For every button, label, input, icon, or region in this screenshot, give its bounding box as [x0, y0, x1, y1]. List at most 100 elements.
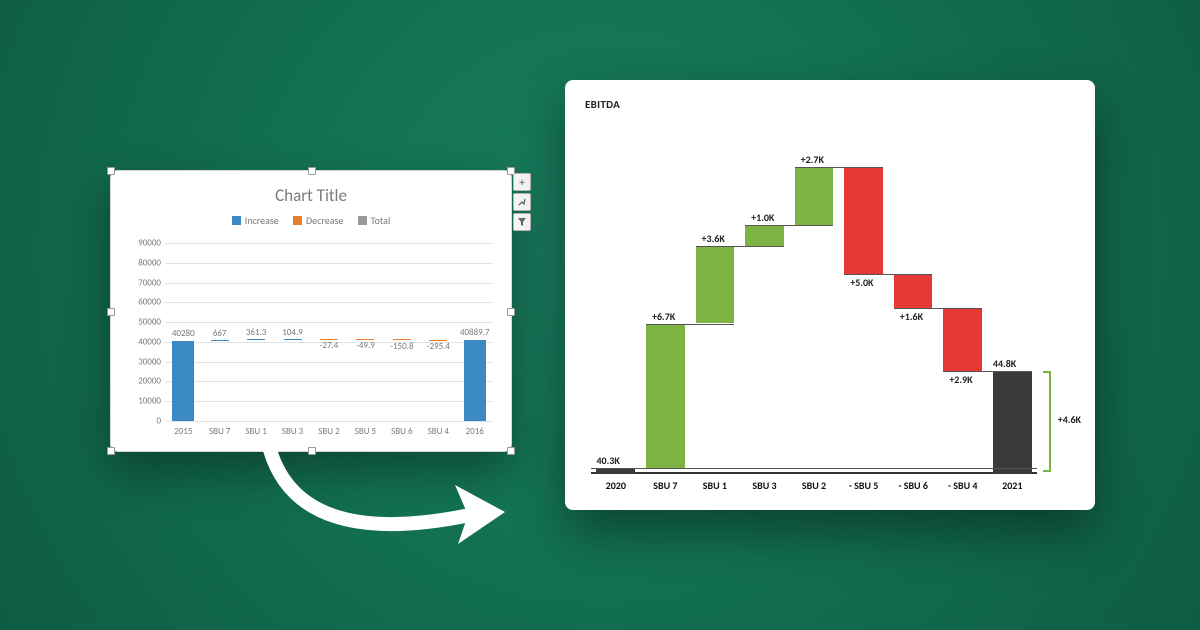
legend-label-increase: Increase	[245, 214, 279, 227]
y-tick-label: 70000	[125, 277, 161, 288]
legend-label-decrease: Decrease	[306, 214, 343, 227]
selection-handle[interactable]	[308, 167, 316, 175]
connector-line	[646, 324, 734, 325]
legend-swatch-decrease	[293, 216, 302, 225]
gridline	[165, 283, 493, 284]
connector-line	[894, 308, 982, 309]
gridline	[165, 401, 493, 402]
bar-value-label: 104.9	[275, 327, 311, 338]
x-tick-label: SBU 1	[690, 479, 740, 492]
bar-value-label: +6.7K	[652, 310, 675, 323]
connector-line	[696, 246, 784, 247]
bar	[943, 308, 982, 370]
x-tick-label: - SBU 5	[839, 479, 889, 492]
x-tick-label: 2021	[988, 479, 1038, 492]
y-tick-label: 90000	[125, 238, 161, 249]
connector-line	[795, 167, 883, 168]
y-tick-label: 30000	[125, 356, 161, 367]
bar-value-label: -295.4	[420, 341, 456, 352]
gridline	[165, 381, 493, 382]
connector-line	[844, 274, 932, 275]
stage: + Chart Title Increase Decrease Total 01…	[0, 0, 1200, 630]
selection-handle[interactable]	[107, 447, 115, 455]
x-tick-label: 2015	[165, 426, 201, 437]
bar-value-label: +1.0K	[751, 211, 774, 224]
legend-label-total: Total	[371, 214, 391, 227]
bar	[894, 274, 933, 308]
waterfall-chart-card: EBITDA 40.3K +6.7K +3.6K +1.0K +2.7K +5.0K +1.…	[565, 80, 1095, 510]
selection-handle[interactable]	[107, 167, 115, 175]
selection-handle[interactable]	[107, 308, 115, 316]
x-tick-label: SBU 2	[789, 479, 839, 492]
bar	[172, 341, 194, 421]
y-tick-label: 60000	[125, 297, 161, 308]
bar-value-label: 667	[202, 328, 238, 339]
legend-swatch-total	[358, 216, 367, 225]
selection-handle[interactable]	[507, 308, 515, 316]
bar-value-label: 361.3	[238, 327, 274, 338]
x-tick-label: SBU 6	[384, 426, 420, 437]
left-chart-legend: Increase Decrease Total	[111, 214, 511, 228]
y-tick-label: 50000	[125, 317, 161, 328]
x-tick-label: SBU 7	[201, 426, 237, 437]
gridline	[165, 263, 493, 264]
left-chart-plot: 0100002000030000400005000060000700008000…	[165, 243, 493, 421]
excel-chart-card[interactable]: + Chart Title Increase Decrease Total 01…	[110, 170, 512, 452]
bar-value-label: +2.9K	[949, 373, 972, 386]
x-tick-label: 2020	[591, 479, 641, 492]
bar	[844, 167, 883, 275]
x-tick-label: - SBU 6	[888, 479, 938, 492]
arrow-icon	[260, 440, 540, 560]
gridline	[165, 421, 493, 422]
delta-bracket	[1043, 371, 1051, 472]
start-reference-line	[591, 468, 1037, 469]
left-chart-x-axis: 2015SBU 7SBU 1SBU 3SBU 2SBU 5SBU 6SBU 42…	[165, 426, 493, 437]
x-tick-label: SBU 7	[641, 479, 691, 492]
right-chart-title: EBITDA	[585, 98, 1075, 111]
gridline	[165, 302, 493, 303]
x-tick-label: SBU 4	[420, 426, 456, 437]
legend-swatch-increase	[232, 216, 241, 225]
right-chart-baseline	[591, 472, 1037, 474]
bar-value-label: -27.4	[311, 340, 347, 351]
gridline	[165, 243, 493, 244]
y-tick-label: 0	[125, 416, 161, 427]
x-tick-label: - SBU 4	[938, 479, 988, 492]
y-tick-label: 20000	[125, 376, 161, 387]
x-tick-label: SBU 3	[740, 479, 790, 492]
x-tick-label: 2016	[457, 426, 493, 437]
delta-label: +4.6K	[1058, 413, 1081, 426]
bar-value-label: -49.9	[347, 340, 383, 351]
left-chart-title: Chart Title	[111, 171, 511, 206]
right-chart-x-axis: 2020SBU 7SBU 1SBU 3SBU 2- SBU 5- SBU 6- …	[591, 479, 1037, 492]
bar	[211, 340, 229, 341]
bar	[696, 246, 735, 323]
bar-value-label: +2.7K	[801, 153, 824, 166]
bar	[646, 324, 685, 468]
bar-value-label: +5.0K	[850, 276, 873, 289]
bar-value-label: +1.6K	[900, 310, 923, 323]
y-tick-label: 40000	[125, 336, 161, 347]
y-tick-label: 80000	[125, 257, 161, 268]
bar-value-label: 40280	[163, 328, 203, 339]
bar-value-label: 40889.7	[455, 327, 495, 338]
y-tick-label: 10000	[125, 396, 161, 407]
x-tick-label: SBU 1	[238, 426, 274, 437]
chart-filter-button[interactable]	[513, 213, 531, 231]
right-chart-plot: 40.3K +6.7K +3.6K +1.0K +2.7K +5.0K +1.6K +2.9K…	[591, 130, 1037, 474]
chart-styles-button[interactable]	[513, 193, 531, 211]
chart-elements-button[interactable]: +	[513, 173, 531, 191]
bar-value-label: +3.6K	[702, 232, 725, 245]
gridline	[165, 322, 493, 323]
x-tick-label: SBU 3	[274, 426, 310, 437]
bar	[464, 340, 486, 421]
bar-value-label: 40.3K	[596, 454, 619, 467]
connector-line	[943, 371, 1031, 372]
bar-value-label: 44.8K	[993, 357, 1016, 370]
bar-value-label: -150.8	[384, 341, 420, 352]
gridline	[165, 362, 493, 363]
connector-line	[745, 225, 833, 226]
bar	[745, 225, 784, 247]
x-tick-label: SBU 2	[311, 426, 347, 437]
bar	[993, 371, 1032, 474]
